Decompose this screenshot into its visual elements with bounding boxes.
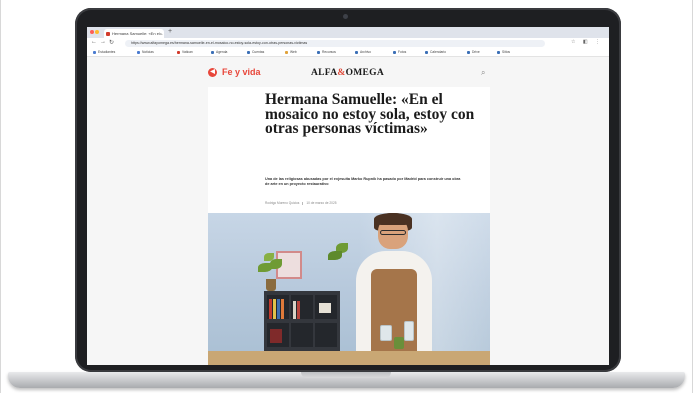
address-bar[interactable]: https://www.alfayomega.es/hermana-samuel… xyxy=(125,39,545,47)
bookmark-item[interactable]: Estudiantes xyxy=(93,49,115,55)
bookmark-item[interactable]: Cuentas xyxy=(247,49,264,55)
work-table xyxy=(208,351,490,365)
favicon-icon xyxy=(106,31,110,36)
laptop-notch xyxy=(301,372,391,378)
author-link[interactable]: Rodrigo Moreno Quicios xyxy=(265,201,299,205)
publish-date: 10 de marzo de 2025 xyxy=(306,201,337,205)
bookmark-item[interactable]: Recursos xyxy=(317,49,336,55)
article-photo xyxy=(208,213,490,365)
laptop-screen: Hermana Samuelle: «En el... × + ← → ↻ ht… xyxy=(87,27,609,365)
bookmark-item[interactable]: Calendario xyxy=(425,49,446,55)
bookmark-item[interactable]: Noticias xyxy=(137,49,154,55)
browser-toolbar: ← → ↻ https://www.alfayomega.es/hermana-… xyxy=(87,38,609,48)
tab-title: Hermana Samuelle: «En el... xyxy=(112,31,164,36)
close-window-icon[interactable] xyxy=(90,30,94,34)
article-standfirst: Una de las religiosas abusadas por el ex… xyxy=(265,177,461,186)
minimize-window-icon[interactable] xyxy=(95,30,99,34)
reload-icon[interactable]: ↻ xyxy=(109,39,114,46)
bookmark-item[interactable]: Sitios xyxy=(497,49,510,55)
bookmark-item[interactable]: Archivo xyxy=(355,49,371,55)
left-frame-line xyxy=(0,0,1,393)
section-icon: ◀ xyxy=(208,68,217,77)
byline: Rodrigo Moreno Quicios 10 de marzo de 202… xyxy=(265,201,337,205)
bookmark-item[interactable]: Fotos xyxy=(393,49,406,55)
browser-tab[interactable]: Hermana Samuelle: «En el... × xyxy=(104,29,164,38)
site-header: ◀ Fe y vida ALFA&OMEGA ⌕ xyxy=(87,57,609,87)
extensions-icon[interactable]: ☆ ◧ ⋮ xyxy=(571,39,603,45)
new-tab-button[interactable]: + xyxy=(168,28,172,35)
web-page: ◀ Fe y vida ALFA&OMEGA ⌕ Hermana Samuell… xyxy=(87,57,609,365)
back-icon[interactable]: ← xyxy=(91,39,97,45)
section-link[interactable]: Fe y vida xyxy=(222,67,261,77)
laptop-lid: Hermana Samuelle: «En el... × + ← → ↻ ht… xyxy=(75,8,621,372)
article: Hermana Samuelle: «En el mosaico no esto… xyxy=(208,87,490,365)
bookmark-item[interactable]: Vatican xyxy=(177,49,193,55)
bookmark-item[interactable]: Drive xyxy=(467,49,480,55)
bookshelf xyxy=(264,291,340,351)
site-logo[interactable]: ALFA&OMEGA xyxy=(311,68,384,78)
bookmarks-bar: Estudiantes Noticias Vatican Agenda Cuen… xyxy=(87,48,609,57)
forward-icon[interactable]: → xyxy=(100,39,106,45)
camera-icon xyxy=(343,14,348,19)
bookmark-item[interactable]: Agenda xyxy=(211,49,227,55)
laptop-base xyxy=(8,372,685,388)
search-icon[interactable]: ⌕ xyxy=(481,68,485,78)
browser-tab-bar: Hermana Samuelle: «En el... × + xyxy=(87,27,609,38)
bookmark-item[interactable]: Web xyxy=(285,49,297,55)
article-headline: Hermana Samuelle: «En el mosaico no esto… xyxy=(265,91,475,137)
plant-pot xyxy=(266,279,276,291)
close-tab-icon[interactable]: × xyxy=(160,29,162,38)
